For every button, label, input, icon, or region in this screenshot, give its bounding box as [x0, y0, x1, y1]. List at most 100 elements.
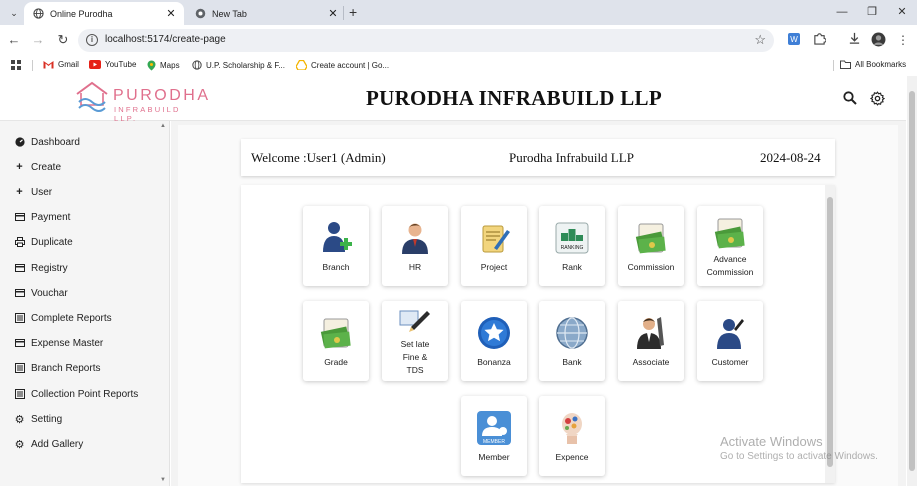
bank-icon: [556, 317, 588, 349]
sidebar-item-payment[interactable]: Payment: [14, 209, 70, 225]
address-bar[interactable]: i localhost:5174/create-page ☆: [78, 29, 774, 52]
sidebar-item-duplicate[interactable]: Duplicate: [14, 234, 73, 250]
svg-text:W: W: [790, 35, 798, 44]
card-icon: [14, 212, 25, 223]
tile-bank[interactable]: Bank: [539, 301, 605, 381]
sidebar-item-add-gallery[interactable]: ⚙ Add Gallery: [14, 436, 84, 452]
company-logo[interactable]: PURODHA INFRABUILD LLP.: [73, 80, 208, 123]
extensions-puzzle-icon[interactable]: [811, 32, 827, 48]
tile-associate[interactable]: Associate: [618, 301, 684, 381]
advance-commission-icon: [714, 218, 745, 249]
restore-icon[interactable]: ❐: [862, 3, 882, 21]
bookmark-star-icon[interactable]: ☆: [754, 32, 766, 48]
tile-label: Bonanza: [477, 357, 511, 367]
close-icon[interactable]: ✕: [164, 7, 178, 20]
tile-project[interactable]: Project: [461, 206, 527, 286]
sidebar-item-label: Registry: [31, 262, 68, 274]
site-info-icon[interactable]: i: [86, 34, 98, 46]
bookmark-label: Create account | Go...: [311, 60, 390, 70]
sidebar-item-label: Branch Reports: [31, 362, 101, 374]
bookmark-label: U.P. Scholarship & F...: [206, 60, 285, 70]
scrollbar-thumb[interactable]: [827, 197, 833, 467]
sidebar-item-user[interactable]: + User: [14, 184, 52, 200]
tab-title: New Tab: [212, 8, 247, 19]
settings-gear-icon[interactable]: [869, 91, 886, 106]
bookmark-up-scholarship[interactable]: U.P. Scholarship & F...: [192, 60, 285, 70]
tile-grade[interactable]: Grade: [303, 301, 369, 381]
tile-rank[interactable]: RANKING Rank: [539, 206, 605, 286]
tile-expence[interactable]: Expence: [539, 396, 605, 476]
sidebar-item-registry[interactable]: Registry: [14, 260, 68, 276]
watermark-subtitle: Go to Settings to activate Windows.: [720, 451, 878, 462]
sidebar-item-setting[interactable]: ⚙ Setting: [14, 411, 63, 427]
tab-online-purodha[interactable]: Online Purodha ✕: [24, 2, 184, 25]
scroll-down-icon[interactable]: ▼: [160, 477, 166, 483]
commission-icon: [635, 223, 666, 254]
late-fine-icon: [399, 310, 430, 332]
company-name: Purodha Infrabuild LLP: [509, 150, 634, 165]
tile-label: HR: [408, 262, 422, 272]
scrollbar-thumb[interactable]: [909, 91, 915, 471]
tile-label: Bank: [562, 357, 582, 367]
sidebar-item-dashboard[interactable]: Dashboard: [14, 134, 80, 150]
scroll-up-icon[interactable]: ▲: [160, 123, 166, 129]
url-text[interactable]: localhost:5174/create-page: [105, 34, 226, 45]
search-icon[interactable]: [843, 91, 858, 106]
minimize-icon[interactable]: —: [832, 3, 852, 21]
menu-dots-icon[interactable]: ⋮: [895, 32, 911, 48]
customer-icon: [717, 319, 744, 349]
sidebar-item-label: Setting: [31, 413, 63, 425]
plus-icon: +: [16, 186, 23, 198]
tile-bonanza[interactable]: Bonanza: [461, 301, 527, 381]
tile-advance-commission[interactable]: Advance Commission: [697, 206, 763, 286]
gear-icon: ⚙: [14, 413, 25, 426]
sidebar-item-complete-reports[interactable]: Complete Reports: [14, 310, 112, 326]
expence-icon: [562, 413, 582, 444]
bookmark-label: Gmail: [58, 60, 79, 69]
bookmark-create-account[interactable]: Create account | Go...: [296, 60, 389, 70]
window-close-icon[interactable]: ✕: [892, 3, 912, 21]
sidebar-item-vouchar[interactable]: Vouchar: [14, 285, 68, 301]
tile-member[interactable]: MEMBER Member: [461, 396, 527, 476]
current-date: 2024-08-24: [760, 150, 821, 165]
sidebar-item-label: User: [31, 186, 53, 198]
tab-search-icon[interactable]: ⌄: [6, 5, 22, 21]
download-icon[interactable]: [846, 32, 862, 48]
sidebar-item-expense-master[interactable]: Expense Master: [14, 335, 103, 351]
tile-label: Commission: [627, 262, 675, 272]
sidebar-item-collection-point-reports[interactable]: Collection Point Reports: [14, 386, 138, 402]
sidebar-item-label: Vouchar: [31, 287, 68, 299]
new-tab-button[interactable]: +: [349, 4, 357, 20]
logo-mark-icon: [76, 81, 108, 112]
apps-grid-icon[interactable]: [11, 60, 21, 70]
profile-avatar-icon[interactable]: [870, 32, 886, 48]
reload-icon[interactable]: ↻: [55, 32, 71, 48]
sidebar-item-branch-reports[interactable]: Branch Reports: [14, 360, 100, 376]
tile-label: Associate: [632, 357, 670, 367]
tile-customer[interactable]: Customer: [697, 301, 763, 381]
browser-toolbar: ← → ↻ i localhost:5174/create-page ☆ W ⋮: [0, 25, 917, 56]
tab-new-tab[interactable]: New Tab ✕: [186, 2, 346, 25]
tile-commission[interactable]: Commission: [618, 206, 684, 286]
back-icon[interactable]: ←: [6, 32, 22, 48]
bookmark-divider: [32, 60, 33, 71]
forward-icon[interactable]: →: [30, 32, 46, 48]
extension-blue-icon[interactable]: W: [786, 32, 802, 48]
rank-icon: RANKING: [555, 222, 589, 254]
tile-hr[interactable]: HR: [382, 206, 448, 286]
report-icon: [14, 363, 25, 374]
tile-late-fine-tds[interactable]: Set late Fine & TDS: [382, 301, 448, 381]
tile-branch[interactable]: Branch: [303, 206, 369, 286]
all-bookmarks-button[interactable]: All Bookmarks: [840, 60, 906, 69]
sidebar-item-create[interactable]: + Create: [14, 159, 61, 175]
logo-text: PURODHA: [113, 87, 211, 104]
tile-label: Project: [480, 262, 508, 272]
page-scrollbar[interactable]: [907, 76, 917, 486]
rank-icon-text: RANKING: [561, 245, 584, 251]
bookmark-gmail[interactable]: Gmail: [43, 60, 79, 69]
bookmarks-bar: Gmail YouTube Maps U.P. Scholarship & F.…: [0, 56, 917, 76]
activate-windows-watermark: Activate Windows Go to Settings to activ…: [720, 434, 878, 462]
close-icon[interactable]: ✕: [326, 7, 340, 20]
bookmark-youtube[interactable]: YouTube: [89, 60, 136, 69]
bookmark-maps[interactable]: Maps: [147, 60, 180, 71]
